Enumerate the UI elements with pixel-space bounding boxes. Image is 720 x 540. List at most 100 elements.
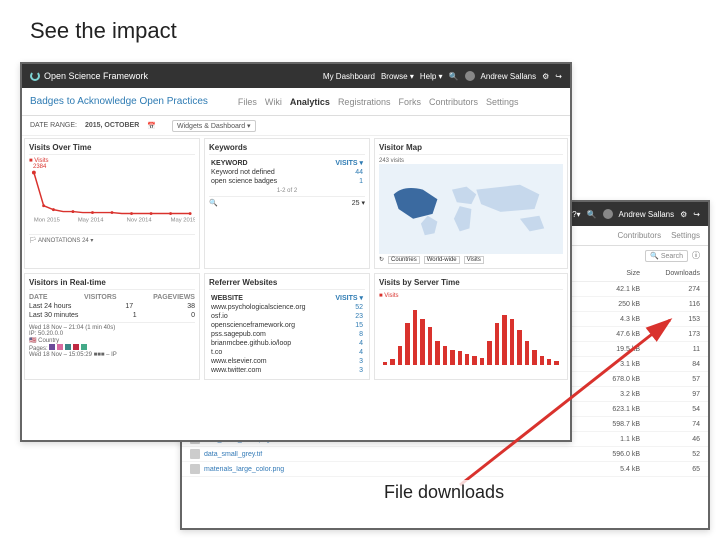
brand-text: Open Science Framework — [44, 71, 148, 81]
table-row[interactable]: osf.io23 — [209, 312, 365, 321]
search-icon[interactable]: 🔍 — [209, 199, 218, 207]
nav-browse[interactable]: Browse ▾ — [381, 72, 414, 81]
calendar-icon[interactable]: 📅 — [147, 122, 156, 130]
card-title: Visits Over Time — [29, 143, 195, 155]
widgets-button[interactable]: Widgets & Dashboard ▾ — [172, 120, 256, 132]
tab-analytics[interactable]: Analytics — [290, 97, 330, 107]
keywords-card: Keywords KEYWORDVISITS ▾ Keyword not def… — [204, 138, 370, 269]
file-size: 47.6 kB — [580, 331, 640, 338]
file-row[interactable]: materials_large_color.png5.4 kB65 — [182, 462, 708, 477]
search-icon[interactable]: 🔍 — [587, 210, 597, 219]
peak-value: 2384 — [33, 164, 46, 170]
table-row[interactable]: openscienceframework.org15 — [209, 321, 365, 330]
referrers-table: WEBSITEVISITS ▾ www.psychologicalscience… — [209, 293, 365, 375]
slide-title: See the impact — [30, 18, 177, 44]
server-time-card: Visits by Server Time ■ Visits — [374, 273, 568, 380]
world-map[interactable] — [379, 164, 563, 254]
tab-settings[interactable]: Settings — [671, 231, 700, 240]
file-size: 19.5 kB — [580, 346, 640, 353]
brand[interactable]: Open Science Framework — [30, 71, 148, 81]
pager: 1-2 of 2 — [209, 186, 365, 196]
topbar: Open Science Framework My Dashboard Brow… — [22, 64, 570, 88]
map-metric-select[interactable]: Visits — [464, 256, 484, 264]
info-icon[interactable]: ⓘ — [692, 250, 700, 262]
visitor-map-card: Visitor Map 243 visits ↻ Countries World… — [374, 138, 568, 269]
file-size: 250 kB — [580, 301, 640, 308]
table-row[interactable]: t.co4 — [209, 348, 365, 357]
rows-selector[interactable]: 25 ▾ — [352, 199, 365, 207]
avatar[interactable] — [603, 209, 613, 219]
file-size: 5.4 kB — [580, 466, 640, 473]
card-title: Visitors in Real-time — [29, 278, 195, 290]
file-name: materials_large_color.png — [204, 466, 580, 473]
col-size[interactable]: Size — [580, 270, 640, 277]
server-time-bar-chart — [379, 299, 563, 369]
file-icon — [190, 449, 200, 459]
annotation-label: File downloads — [380, 480, 508, 505]
project-titlebar: Badges to Acknowledge Open Practices Fil… — [22, 88, 570, 116]
file-downloads: 54 — [640, 406, 700, 413]
tab-wiki[interactable]: Wiki — [265, 97, 282, 107]
table-row[interactable]: brianmcbee.github.io/loop4 — [209, 339, 365, 348]
reload-icon[interactable]: ↻ — [379, 256, 384, 264]
file-size: 678.0 kB — [580, 376, 640, 383]
file-downloads: 116 — [640, 301, 700, 308]
signout-icon[interactable]: ↪ — [693, 210, 700, 219]
table-row[interactable]: pss.sagepub.com8 — [209, 330, 365, 339]
filter-bar: DATE RANGE: 2015, OCTOBER 📅 Widgets & Da… — [22, 116, 570, 136]
svg-text:May 2014: May 2014 — [78, 217, 104, 223]
file-downloads: 52 — [640, 451, 700, 458]
file-size: 4.3 kB — [580, 316, 640, 323]
table-row: Last 30 minutes10 — [29, 311, 195, 320]
tab-contributors[interactable]: Contributors — [429, 97, 478, 107]
tab-forks[interactable]: Forks — [398, 97, 421, 107]
file-downloads: 84 — [640, 361, 700, 368]
tab-settings[interactable]: Settings — [486, 97, 519, 107]
tab-registrations[interactable]: Registrations — [338, 97, 391, 107]
tab-files[interactable]: Files — [238, 97, 257, 107]
col-downloads[interactable]: Downloads — [640, 270, 700, 277]
file-size: 3.2 kB — [580, 391, 640, 398]
search-icon[interactable]: 🔍 — [449, 72, 459, 81]
svg-text:Mon 2015: Mon 2015 — [34, 217, 60, 223]
file-size: 42.1 kB — [580, 286, 640, 293]
map-scope-select[interactable]: World-wide — [424, 256, 460, 264]
table-row[interactable]: open science badges1 — [209, 177, 365, 186]
help-icon[interactable]: ?▾ — [572, 210, 580, 219]
nav-dashboard[interactable]: My Dashboard — [323, 72, 375, 81]
project-title[interactable]: Badges to Acknowledge Open Practices — [30, 96, 208, 107]
file-downloads: 65 — [640, 466, 700, 473]
table-row[interactable]: www.twitter.com3 — [209, 366, 365, 375]
svg-text:Nov 2014: Nov 2014 — [127, 217, 153, 223]
file-downloads: 74 — [640, 421, 700, 428]
card-title: Visits by Server Time — [379, 278, 563, 290]
tab-contributors[interactable]: Contributors — [618, 231, 662, 240]
nav-user[interactable]: Andrew Sallans — [619, 210, 675, 219]
avatar[interactable] — [465, 71, 475, 81]
map-by-select[interactable]: Countries — [388, 256, 420, 264]
referrers-card: Referrer Websites WEBSITEVISITS ▾ www.ps… — [204, 273, 370, 380]
project-tabs: Files Wiki Analytics Registrations Forks… — [238, 97, 519, 107]
file-row[interactable]: data_small_grey.tif596.0 kB52 — [182, 447, 708, 462]
file-size: 596.0 kB — [580, 451, 640, 458]
date-range-value[interactable]: 2015, OCTOBER — [85, 122, 139, 129]
nav-user[interactable]: Andrew Sallans — [481, 72, 537, 81]
gear-icon[interactable]: ⚙ — [542, 72, 549, 81]
signout-icon[interactable]: ↪ — [555, 72, 562, 81]
file-downloads: 46 — [640, 436, 700, 443]
file-icon — [190, 464, 200, 474]
svg-text:May 2015: May 2015 — [171, 217, 195, 223]
file-name: data_small_grey.tif — [204, 451, 580, 458]
file-size: 1.1 kB — [580, 436, 640, 443]
file-size: 623.1 kB — [580, 406, 640, 413]
gear-icon[interactable]: ⚙ — [680, 210, 687, 219]
nav-help[interactable]: Help ▾ — [420, 72, 443, 81]
file-downloads: 57 — [640, 376, 700, 383]
keywords-table: KEYWORDVISITS ▾ Keyword not defined44 op… — [209, 158, 365, 186]
table-row[interactable]: www.psychologicalscience.org52 — [209, 303, 365, 312]
table-row[interactable]: www.elsevier.com3 — [209, 357, 365, 366]
file-downloads: 153 — [640, 316, 700, 323]
analytics-window: Open Science Framework My Dashboard Brow… — [20, 62, 572, 442]
table-row[interactable]: Keyword not defined44 — [209, 168, 365, 177]
search-input[interactable]: 🔍 Search — [645, 250, 688, 262]
